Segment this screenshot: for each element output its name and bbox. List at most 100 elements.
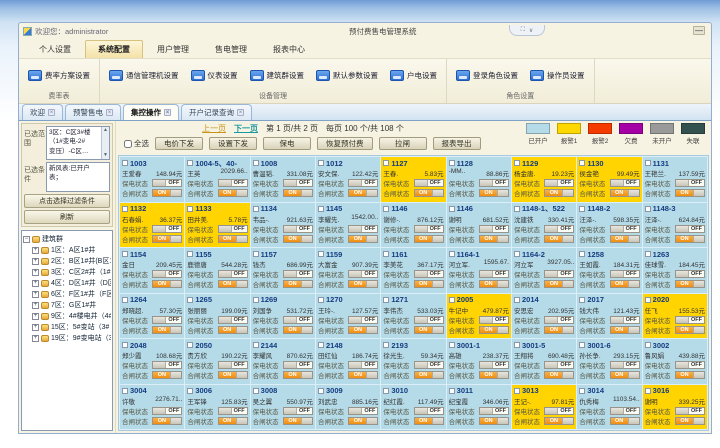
- switch-status-toggle[interactable]: ON: [414, 371, 444, 379]
- room-card[interactable]: 3009刘武忠885.16元保电状态OFF合闸状态ON: [316, 385, 380, 430]
- protect-status-toggle[interactable]: OFF: [675, 270, 705, 278]
- protect-status-toggle[interactable]: OFF: [675, 361, 705, 369]
- room-card[interactable]: 1134韦品-.921.63元保电状态OFF合闸状态ON: [251, 203, 315, 248]
- protect-status-toggle[interactable]: OFF: [218, 316, 248, 324]
- protect-status-toggle[interactable]: OFF: [152, 361, 182, 369]
- room-checkbox[interactable]: [514, 160, 520, 166]
- switch-status-toggle[interactable]: ON: [152, 326, 182, 334]
- protect-status-toggle[interactable]: OFF: [283, 316, 313, 324]
- switch-status-toggle[interactable]: ON: [479, 189, 509, 197]
- select-all[interactable]: 全选: [124, 138, 149, 149]
- protect-status-toggle[interactable]: OFF: [152, 316, 182, 324]
- protect-status-toggle[interactable]: OFF: [414, 179, 444, 187]
- switch-status-toggle[interactable]: ON: [675, 280, 705, 288]
- protect-status-toggle[interactable]: OFF: [283, 179, 313, 187]
- switch-status-toggle[interactable]: ON: [675, 235, 705, 243]
- room-checkbox[interactable]: [318, 297, 324, 303]
- selected-range-listbox[interactable]: ▲▼ 3区：C区3#楼（1#变电-2#变压）-C区…: [46, 126, 110, 160]
- switch-status-toggle[interactable]: ON: [348, 326, 378, 334]
- room-card[interactable]: 1164-2河立军3927.05..保电状态OFF合闸状态ON: [512, 248, 576, 293]
- room-checkbox[interactable]: [645, 388, 651, 394]
- room-checkbox[interactable]: [449, 160, 455, 166]
- switch-status-toggle[interactable]: ON: [152, 189, 182, 197]
- room-card[interactable]: 1148-3汪泽-.624.84元保电状态OFF合闸状态ON: [643, 203, 707, 248]
- refresh-button[interactable]: 刷新: [24, 210, 110, 224]
- protect-status-toggle[interactable]: OFF: [675, 407, 705, 415]
- protect-status-toggle[interactable]: OFF: [283, 407, 313, 415]
- switch-status-toggle[interactable]: ON: [414, 235, 444, 243]
- menu-tab-用户管理[interactable]: 用户管理: [145, 41, 201, 58]
- protect-status-toggle[interactable]: OFF: [348, 225, 378, 233]
- expand-icon[interactable]: +: [32, 302, 39, 309]
- doc-tab-集控操作[interactable]: 集控操作×: [123, 104, 179, 120]
- switch-status-toggle[interactable]: ON: [283, 189, 313, 197]
- collapse-icon[interactable]: −: [23, 236, 30, 243]
- switch-status-toggle[interactable]: ON: [544, 235, 574, 243]
- room-checkbox[interactable]: [318, 160, 324, 166]
- room-card[interactable]: 1265张丽丽199.09元保电状态OFF合闸状态ON: [185, 294, 249, 339]
- protect-status-toggle[interactable]: OFF: [544, 225, 574, 233]
- switch-status-toggle[interactable]: ON: [283, 417, 313, 425]
- room-checkbox[interactable]: [253, 342, 259, 348]
- room-checkbox[interactable]: [579, 251, 585, 257]
- room-checkbox[interactable]: [645, 342, 651, 348]
- room-card[interactable]: 1128-MM..88.86元保电状态OFF合闸状态ON: [447, 157, 511, 202]
- room-checkbox[interactable]: [187, 206, 193, 212]
- room-checkbox[interactable]: [579, 160, 585, 166]
- protect-status-toggle[interactable]: OFF: [544, 361, 574, 369]
- room-checkbox[interactable]: [383, 206, 389, 212]
- room-card[interactable]: 1164-1河立军.1595.67.保电状态OFF合闸状态ON: [447, 248, 511, 293]
- protect-status-toggle[interactable]: OFF: [479, 225, 509, 233]
- tree-item[interactable]: +7区：G区1#井: [23, 300, 111, 310]
- switch-status-toggle[interactable]: ON: [479, 235, 509, 243]
- room-checkbox[interactable]: [122, 342, 128, 348]
- room-card[interactable]: 3001-5王翔将690.48元保电状态OFF合闸状态ON: [512, 339, 576, 384]
- room-card[interactable]: 3001-6孙长争.293.15元保电状态OFF合闸状态ON: [577, 339, 641, 384]
- room-card[interactable]: 2048郑少霞108.68元保电状态OFF合闸状态ON: [120, 339, 184, 384]
- room-checkbox[interactable]: [253, 388, 259, 394]
- room-card[interactable]: 1263佳球雪.184.45元保电状态OFF合闸状态ON: [643, 248, 707, 293]
- expand-icon[interactable]: ⛶: [521, 27, 525, 34]
- protect-status-toggle[interactable]: OFF: [479, 361, 509, 369]
- protect-status-toggle[interactable]: OFF: [152, 407, 182, 415]
- switch-status-toggle[interactable]: ON: [348, 280, 378, 288]
- expand-icon[interactable]: +: [32, 313, 39, 320]
- protect-status-toggle[interactable]: OFF: [348, 316, 378, 324]
- room-checkbox[interactable]: [122, 206, 128, 212]
- switch-status-toggle[interactable]: ON: [283, 235, 313, 243]
- room-card[interactable]: 1008曹温韬.331.08元保电状态OFF合闸状态ON: [251, 157, 315, 202]
- room-card[interactable]: 2148田红仙186.74元保电状态OFF合闸状态ON: [316, 339, 380, 384]
- ribbon-button-费率方案设置[interactable]: 费率方案设置: [23, 68, 95, 83]
- switch-status-toggle[interactable]: ON: [544, 326, 574, 334]
- doc-tab-欢迎[interactable]: 欢迎×: [22, 104, 63, 120]
- protect-status-toggle[interactable]: OFF: [218, 179, 248, 187]
- close-icon[interactable]: ×: [164, 109, 171, 116]
- protect-status-toggle[interactable]: OFF: [675, 179, 705, 187]
- protect-status-toggle[interactable]: OFF: [283, 225, 313, 233]
- switch-status-toggle[interactable]: ON: [414, 280, 444, 288]
- switch-status-toggle[interactable]: ON: [414, 326, 444, 334]
- room-checkbox[interactable]: [318, 342, 324, 348]
- switch-status-toggle[interactable]: ON: [479, 280, 509, 288]
- protect-status-toggle[interactable]: OFF: [218, 270, 248, 278]
- listbox-scrollbar[interactable]: ▲▼: [101, 127, 109, 159]
- room-card[interactable]: 1131王艳兰.137.59元保电状态OFF合闸状态ON: [643, 157, 707, 202]
- room-checkbox[interactable]: [122, 297, 128, 303]
- choose-filter-button[interactable]: 点击选择过滤条件: [24, 194, 110, 208]
- room-checkbox[interactable]: [514, 206, 520, 212]
- room-checkbox[interactable]: [645, 160, 651, 166]
- room-card[interactable]: 1270王玲-.127.57元保电状态OFF合闸状态ON: [316, 294, 380, 339]
- protect-status-toggle[interactable]: OFF: [218, 407, 248, 415]
- switch-status-toggle[interactable]: ON: [152, 280, 182, 288]
- switch-status-toggle[interactable]: ON: [348, 371, 378, 379]
- expand-icon[interactable]: +: [32, 324, 39, 331]
- room-card[interactable]: 1269刘国争531.72元保电状态OFF合闸状态ON: [251, 294, 315, 339]
- room-checkbox[interactable]: [318, 388, 324, 394]
- minimize-button[interactable]: —: [693, 26, 705, 35]
- protect-status-toggle[interactable]: OFF: [675, 316, 705, 324]
- switch-status-toggle[interactable]: ON: [675, 189, 705, 197]
- building-tree[interactable]: −建筑群+1区：A区1#井+2区：B区1#井(B区1+3区：C区2#井（1#+4…: [21, 230, 113, 431]
- room-card[interactable]: 2050贵方欣190.22元保电状态OFF合闸状态ON: [185, 339, 249, 384]
- room-checkbox[interactable]: [383, 160, 389, 166]
- switch-status-toggle[interactable]: ON: [544, 189, 574, 197]
